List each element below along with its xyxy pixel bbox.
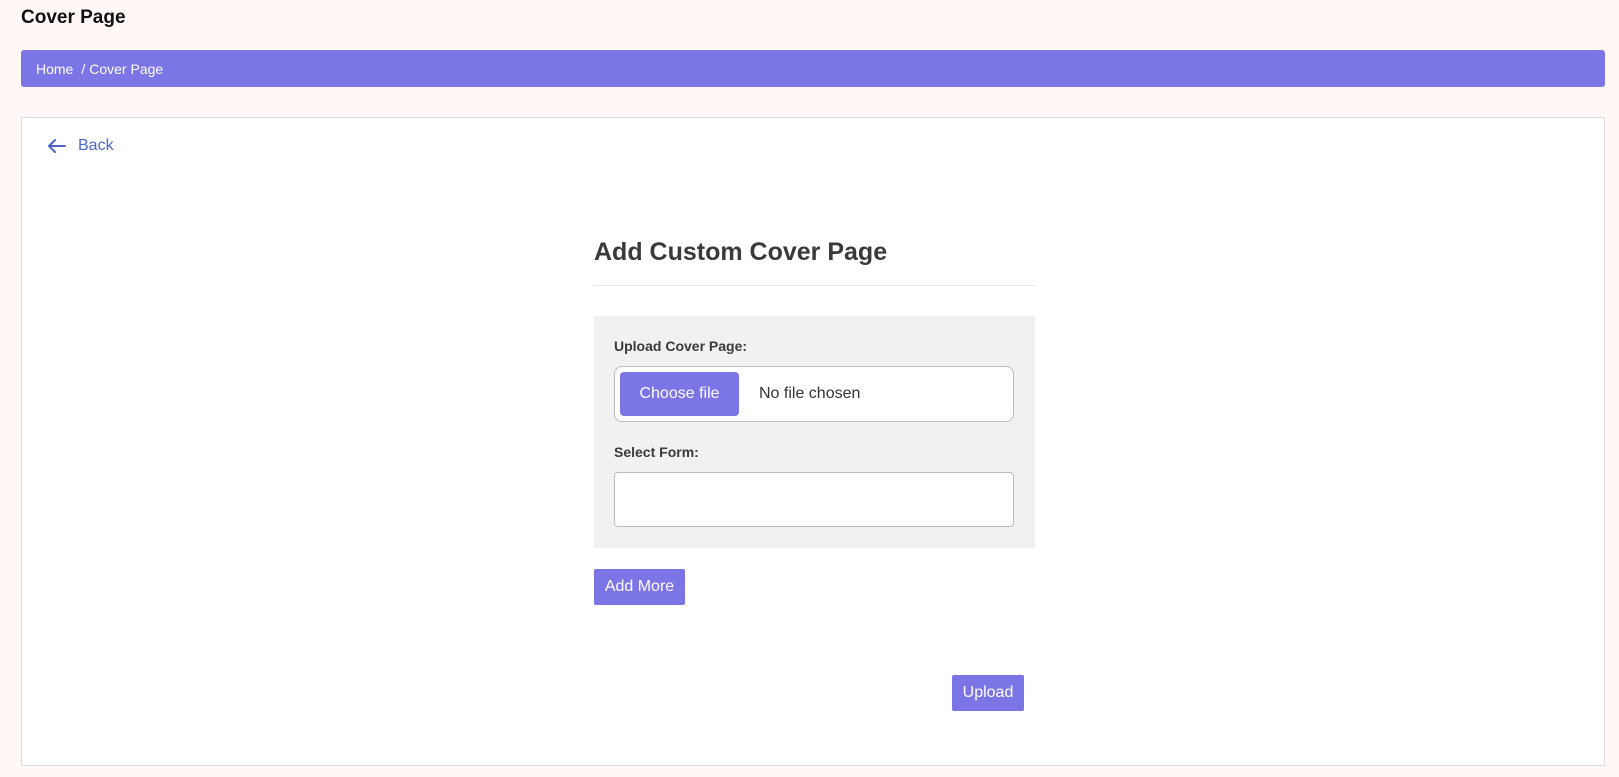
select-form-field[interactable] [614,472,1014,527]
file-status: No file chosen [759,385,861,402]
page-title: Cover Page [21,7,126,28]
main-card: Back Add Custom Cover Page Upload Cover … [21,117,1605,766]
choose-file-button[interactable]: Choose file [620,372,739,416]
form-heading: Add Custom Cover Page [594,238,1035,286]
cover-page-form: Add Custom Cover Page Upload Cover Page:… [594,238,1035,605]
back-label: Back [78,137,114,154]
upload-cover-label: Upload Cover Page: [614,338,748,354]
breadcrumb-separator: / [81,60,86,77]
upload-button[interactable]: Upload [952,675,1024,711]
breadcrumb-current: Cover Page [89,60,164,77]
breadcrumb: Home / Cover Page [21,50,1605,87]
form-panel: Upload Cover Page: Choose file No file c… [594,316,1035,548]
breadcrumb-home-link[interactable]: Home [36,61,73,77]
cover-file-input[interactable]: Choose file No file chosen [614,366,1014,422]
arrow-left-icon [48,139,66,153]
select-form-label: Select Form: [614,444,699,460]
add-more-button[interactable]: Add More [594,569,685,605]
back-link[interactable]: Back [48,137,114,155]
